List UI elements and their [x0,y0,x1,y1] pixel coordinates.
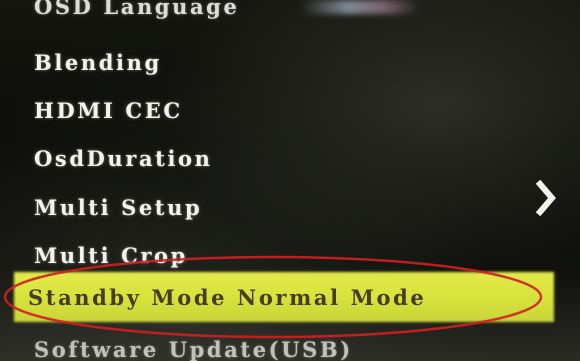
menu-item-blending[interactable]: Blending [34,50,162,75]
menu-item-software-update[interactable]: Software Update(USB) [34,337,353,361]
osd-menu-screen: OSD Language Blending HDMI CEC OsdDurati… [0,0,580,361]
menu-item-multi-crop[interactable]: Multi Crop [34,243,188,268]
menu-item-osd-duration[interactable]: OsdDuration [34,146,213,171]
menu-item-multi-setup[interactable]: Multi Setup [34,195,202,220]
menu-item-osd-language[interactable]: OSD Language [34,0,239,19]
menu-item-standby-mode[interactable]: Standby Mode Normal Mode [28,285,426,310]
screen-glare [300,0,420,14]
menu-item-hdmi-cec[interactable]: HDMI CEC [34,98,183,123]
chevron-right-icon[interactable] [536,178,558,218]
